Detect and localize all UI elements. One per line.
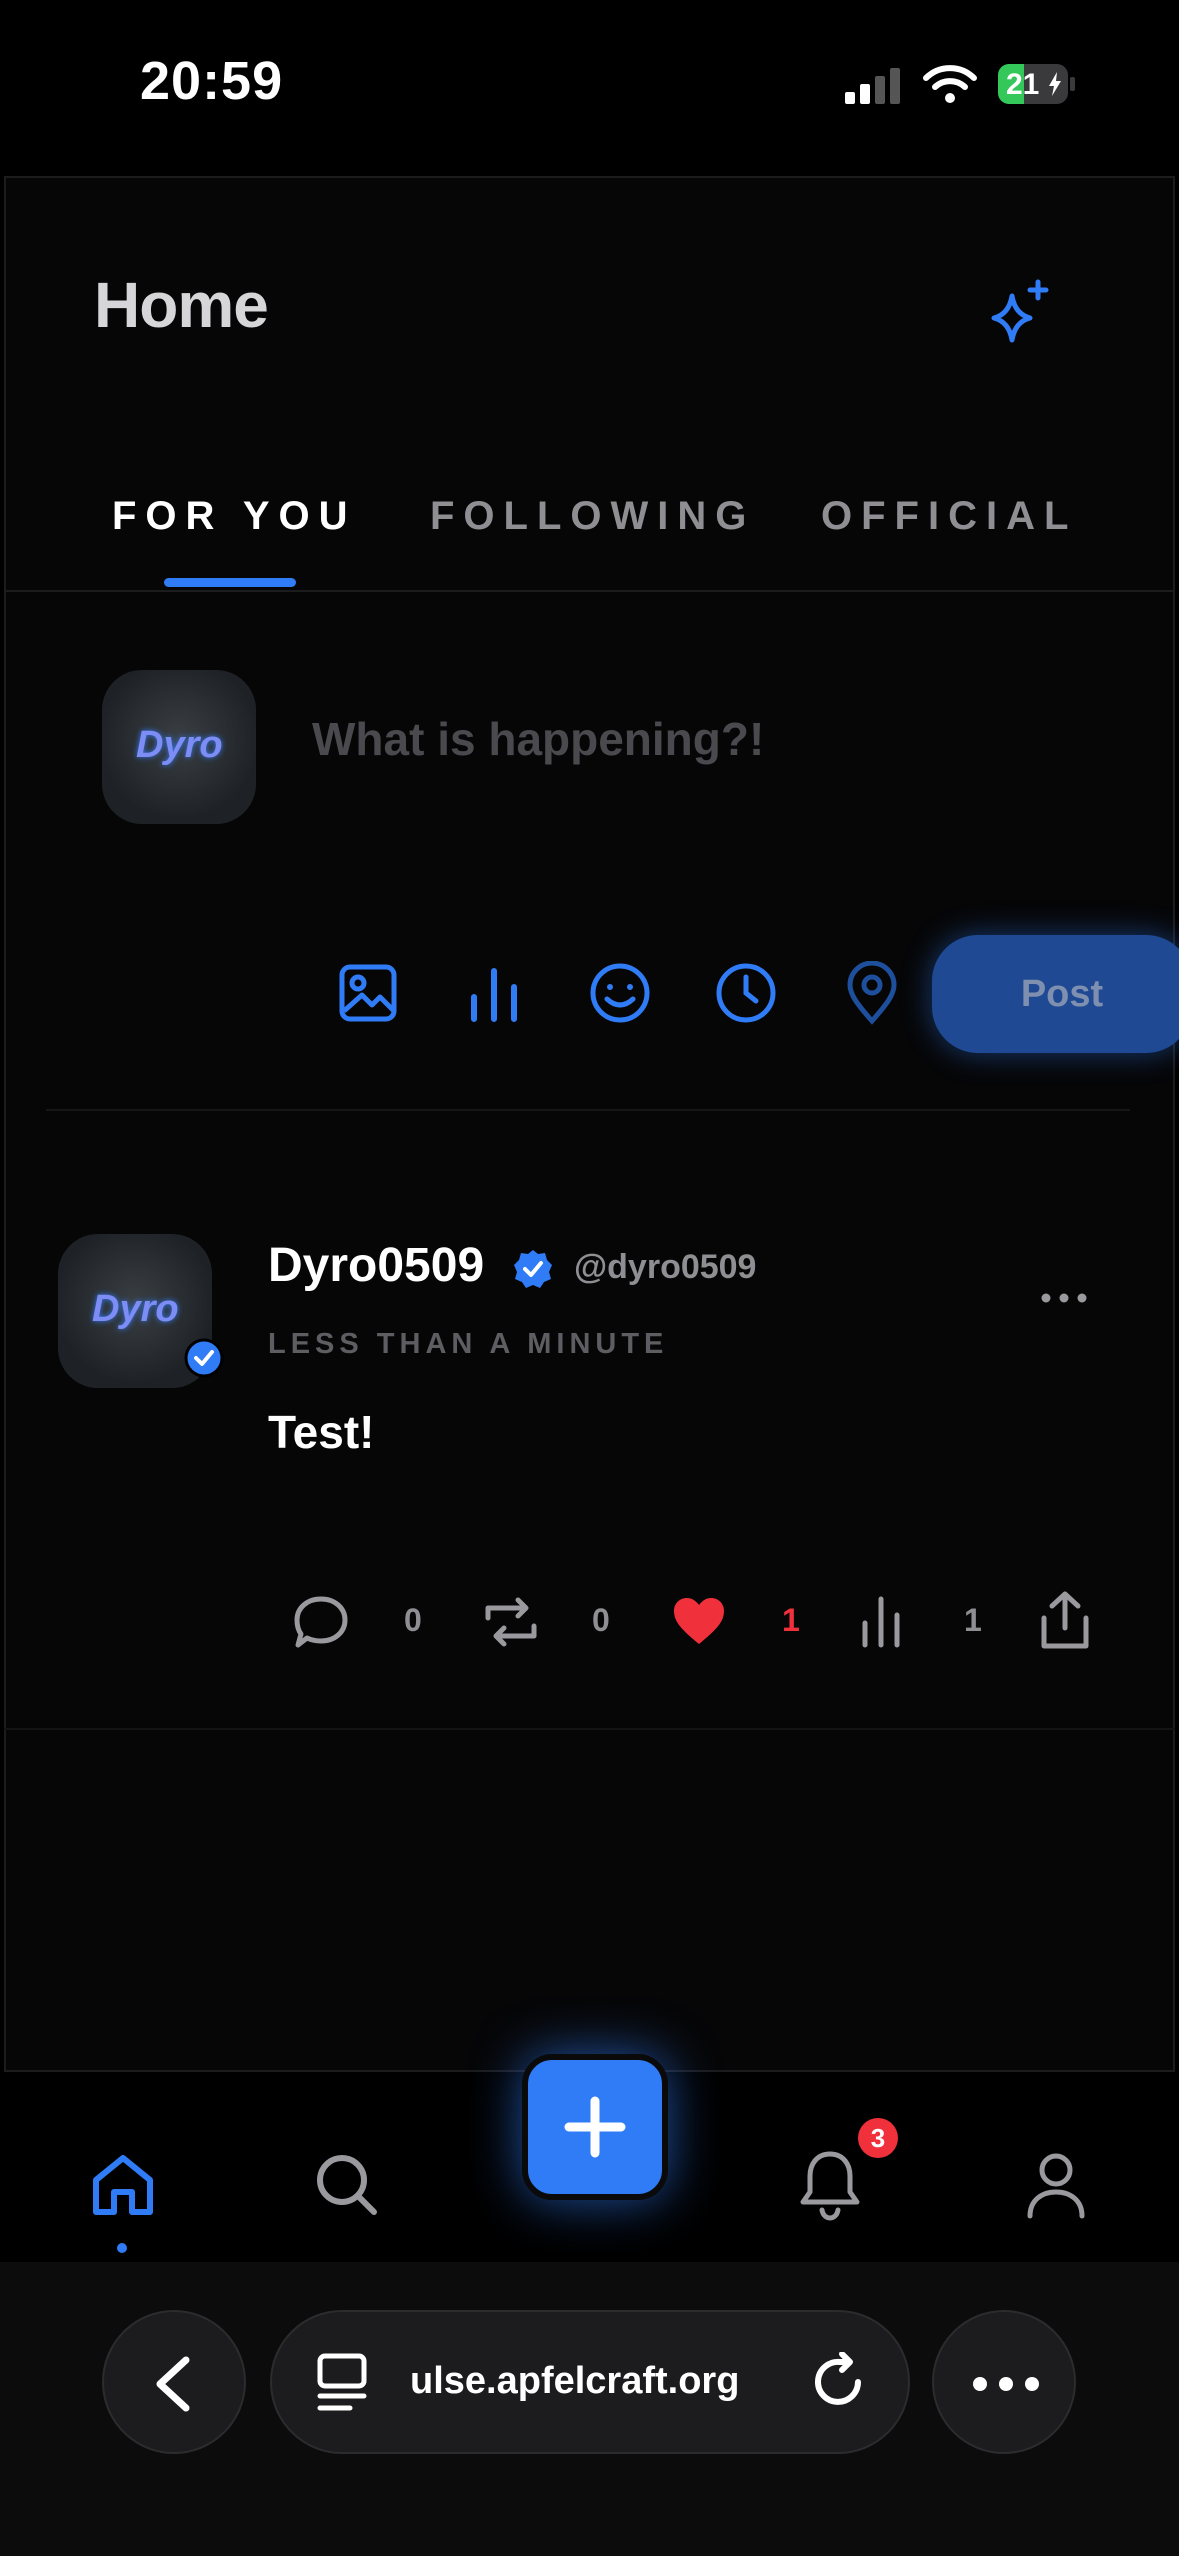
plus-icon: [564, 2096, 626, 2158]
repost-count: 0: [592, 1602, 610, 1638]
like-count: 1: [782, 1602, 800, 1638]
home-active-dot: [117, 2243, 127, 2253]
verified-badge-icon: [512, 1248, 554, 1295]
chevron-left-icon: [156, 2356, 190, 2412]
notifications-bell-icon[interactable]: [798, 2148, 862, 2227]
reply-icon[interactable]: [292, 1593, 350, 1656]
more-options-icon[interactable]: [1040, 1290, 1088, 1311]
post-divider: [4, 1728, 1175, 1730]
browser-more-button[interactable]: [932, 2310, 1076, 2454]
more-icon: [973, 2377, 1039, 2391]
reply-count: 0: [404, 1602, 422, 1638]
location-icon[interactable]: [840, 960, 904, 1025]
battery-level: 21: [1006, 68, 1040, 101]
browser-back-button[interactable]: [102, 2310, 246, 2454]
page-title: Home: [94, 269, 269, 341]
compose-input[interactable]: What is happening?!: [312, 712, 764, 766]
search-icon[interactable]: [314, 2152, 380, 2223]
emoji-icon[interactable]: [588, 961, 652, 1025]
avatar-logo-text: Dyro: [136, 724, 223, 766]
composer-divider: [46, 1109, 1130, 1111]
post-author-name[interactable]: Dyro0509: [268, 1238, 484, 1293]
post-author-handle[interactable]: @dyro0509: [574, 1248, 756, 1287]
tab-following[interactable]: FOLLOWING: [430, 494, 755, 539]
app-frame: [4, 176, 1175, 2072]
status-time: 20:59: [140, 51, 284, 111]
battery-icon: 21: [998, 64, 1076, 104]
image-icon[interactable]: [336, 961, 400, 1025]
schedule-icon[interactable]: [714, 961, 778, 1025]
like-heart-icon[interactable]: [672, 1596, 726, 1651]
home-icon[interactable]: [90, 2152, 156, 2223]
sparkle-icon[interactable]: [984, 278, 1054, 353]
wifi-icon: [922, 62, 978, 111]
tab-for-you[interactable]: FOR YOU: [112, 494, 357, 539]
compose-fab-button[interactable]: [522, 2054, 668, 2200]
share-icon[interactable]: [1040, 1590, 1090, 1655]
post-button[interactable]: Post: [932, 935, 1179, 1053]
post-timestamp: LESS THAN A MINUTE: [268, 1328, 669, 1360]
views-chart-icon[interactable]: [860, 1593, 902, 1654]
avatar-logo-text: Dyro: [92, 1288, 179, 1330]
tabs-overview-icon[interactable]: [316, 2352, 368, 2417]
repost-icon[interactable]: [482, 1594, 540, 1655]
browser-url[interactable]: ulse.apfelcraft.org: [410, 2360, 739, 2403]
composer-avatar[interactable]: Dyro: [102, 670, 256, 824]
post-body-text: Test!: [268, 1406, 375, 1458]
header-divider: [4, 590, 1175, 592]
views-count: 1: [964, 1602, 982, 1638]
signal-icon: [845, 66, 905, 111]
notifications-badge: 3: [858, 2118, 898, 2158]
poll-icon[interactable]: [462, 961, 526, 1025]
profile-icon[interactable]: [1024, 2150, 1088, 2225]
tab-official[interactable]: OFFICIAL: [821, 494, 1077, 539]
reload-icon[interactable]: [812, 2351, 868, 2417]
tab-active-indicator: [164, 578, 296, 587]
avatar-verified-icon: [184, 1338, 224, 1383]
